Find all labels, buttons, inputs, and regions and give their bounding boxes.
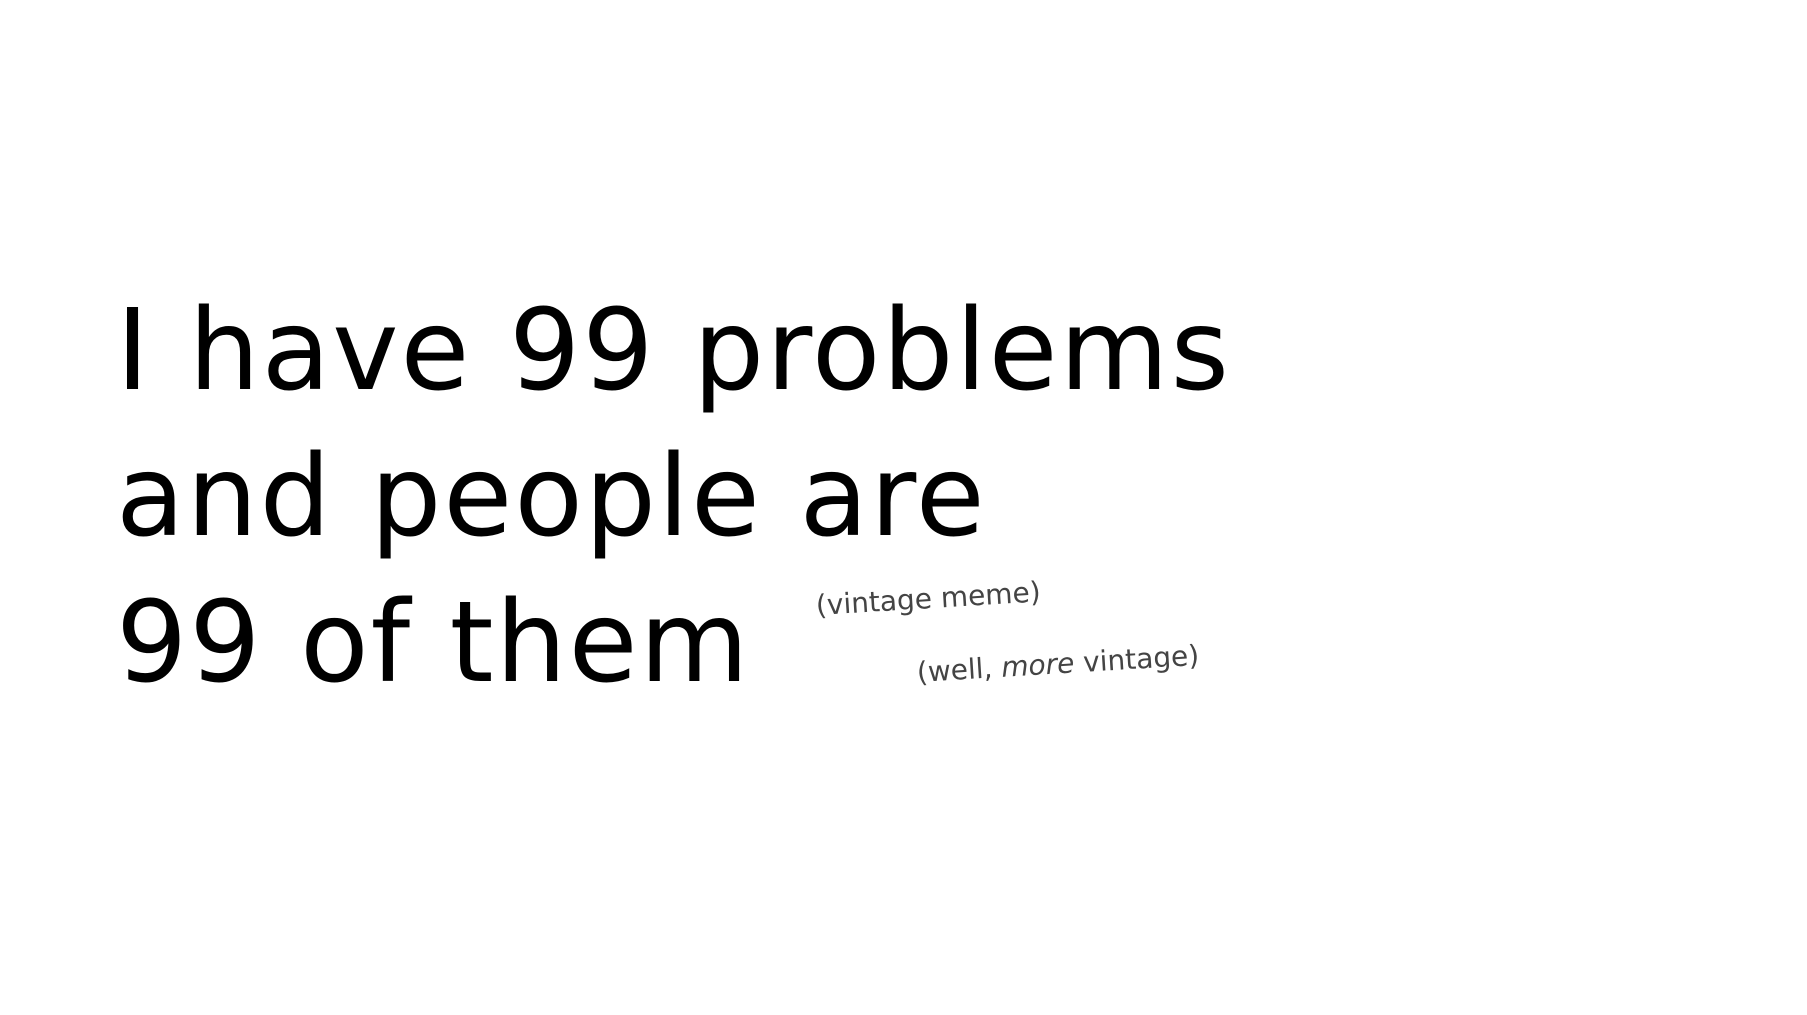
aside-note-emphasis: more — [1000, 646, 1076, 684]
slide: I have 99 problems and people are 99 of … — [0, 0, 1807, 1015]
aside-note-prefix: (well, — [915, 650, 1003, 689]
headline-line-2: and people are — [116, 432, 987, 562]
headline-line-1: I have 99 problems — [116, 286, 1231, 416]
aside-note-suffix: vintage) — [1073, 638, 1201, 680]
headline-line-3: 99 of them — [116, 578, 751, 708]
